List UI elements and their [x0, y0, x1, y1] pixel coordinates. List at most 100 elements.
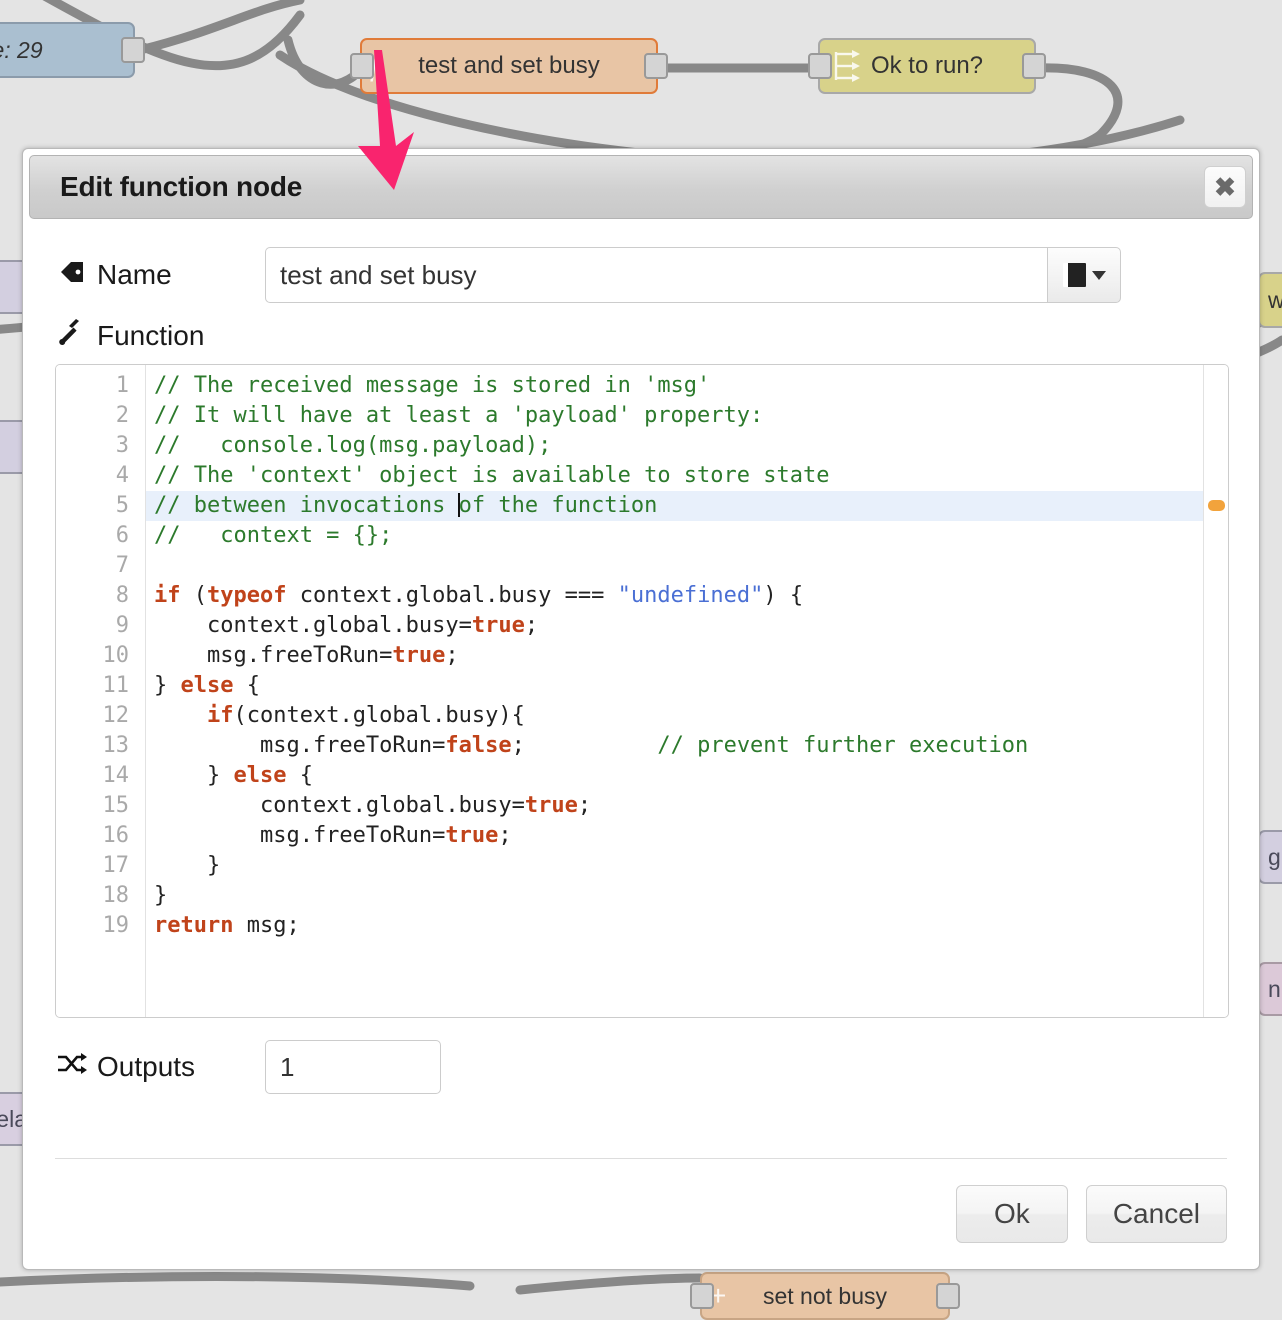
line-number: 13: [102, 733, 130, 758]
code-token: ) {: [763, 583, 804, 608]
code-line[interactable]: msg.freeToRun=true;: [154, 641, 1203, 671]
flow-node-label: test and set busy: [418, 52, 600, 79]
flow-node-instance[interactable]: tance: 29: [0, 22, 145, 78]
code-token: }: [154, 853, 221, 878]
annotation-marker[interactable]: [1208, 500, 1225, 511]
code-token: // console.log(msg.payload);: [154, 433, 552, 458]
name-row: Name: [55, 247, 1227, 303]
code-line[interactable]: [154, 551, 1203, 581]
output-port[interactable]: [1022, 53, 1046, 79]
shuffle-icon: [55, 1052, 89, 1082]
function-label-text: Function: [97, 319, 205, 351]
outputs-stepper[interactable]: [265, 1040, 441, 1094]
flow-node-set-not-busy[interactable]: + set not busy: [690, 1272, 960, 1320]
code-line[interactable]: context.global.busy=true;: [154, 611, 1203, 641]
flow-node-right-2[interactable]: g: [1258, 830, 1282, 884]
code-line[interactable]: // It will have at least a 'payload' pro…: [154, 401, 1203, 431]
code-token: msg.freeToRun=: [154, 823, 446, 848]
ok-button[interactable]: Ok: [955, 1185, 1068, 1243]
wrench-icon: [55, 319, 89, 352]
code-token: msg.freeToRun=: [154, 643, 393, 668]
code-token: context.global.busy=: [154, 613, 472, 638]
name-type-button[interactable]: [1047, 247, 1121, 303]
code-line[interactable]: // The received message is stored in 'ms…: [154, 371, 1203, 401]
code-line[interactable]: msg.freeToRun=false; // prevent further …: [154, 731, 1203, 761]
code-token: else: [233, 763, 287, 788]
name-label: Name: [55, 259, 265, 291]
line-number: 2: [115, 403, 129, 428]
flow-node-label: g: [1268, 843, 1281, 870]
close-icon[interactable]: ✖: [1204, 166, 1246, 208]
flow-node-right-3[interactable]: n: [1258, 962, 1282, 1016]
line-number: 6: [115, 523, 129, 548]
code-token: ;: [445, 643, 459, 668]
line-number: 12: [102, 703, 130, 728]
function-code-editor[interactable]: 1 2 3 4 5 6 7 8 9 10 11 12 13 14 15 16 17 18 19 // The rec…: [55, 364, 1229, 1018]
code-token: ;: [524, 613, 539, 638]
code-line[interactable]: }: [154, 851, 1203, 881]
code-line[interactable]: } else {: [154, 671, 1203, 701]
code-token: }: [154, 883, 168, 908]
code-token: typeof: [207, 583, 287, 608]
code-token: context.global.busy=: [154, 793, 525, 818]
dialog-title: Edit function node: [60, 171, 303, 202]
code-line[interactable]: } else {: [154, 761, 1203, 791]
flow-node-label: w: [1260, 287, 1282, 314]
output-port[interactable]: [936, 1283, 960, 1309]
code-line[interactable]: // context = {};: [154, 521, 1203, 551]
code-line[interactable]: msg.freeToRun=true;: [154, 821, 1203, 851]
input-port[interactable]: [690, 1283, 714, 1309]
code-line[interactable]: // console.log(msg.payload);: [154, 431, 1203, 461]
line-number: 14: [102, 763, 130, 788]
switch-icon: [834, 50, 860, 82]
outputs-input[interactable]: [266, 1041, 440, 1093]
tag-icon: [55, 260, 89, 291]
flow-node-right-1[interactable]: w: [1258, 272, 1282, 328]
code-line[interactable]: if(context.global.busy){: [154, 701, 1203, 731]
line-number: 17: [102, 853, 130, 878]
code-token: ;: [511, 733, 658, 758]
code-line[interactable]: context.global.busy=true;: [154, 791, 1203, 821]
code-token: "undefined": [617, 583, 764, 608]
code-token: true: [524, 793, 578, 818]
code-token: context.global.busy ===: [286, 583, 618, 608]
chevron-down-icon: [1091, 270, 1106, 280]
code-line[interactable]: return msg;: [154, 911, 1203, 941]
code-line[interactable]: }: [154, 881, 1203, 911]
code-token: true: [471, 613, 525, 638]
input-port[interactable]: [350, 53, 374, 79]
output-port[interactable]: [121, 37, 145, 63]
code-token: // It will have at least a 'payload' pro…: [154, 403, 764, 428]
dialog-titlebar: Edit function node ✖: [29, 155, 1253, 219]
line-number: 10: [102, 643, 130, 668]
line-number: 11: [102, 673, 130, 698]
code-token: // The received message is stored in 'ms…: [154, 373, 711, 398]
book-icon: [1062, 263, 1086, 287]
line-number: 15: [102, 793, 130, 818]
line-number: 5: [115, 493, 129, 518]
code-line[interactable]: // between invocations of the function: [146, 491, 1203, 521]
code-token: false: [445, 733, 512, 758]
code-token: if: [154, 583, 181, 608]
line-number: 3: [115, 433, 129, 458]
name-input-wrap: [265, 247, 1121, 303]
code-line[interactable]: // The 'context' object is available to …: [154, 461, 1203, 491]
editor-annotation-ruler[interactable]: [1203, 365, 1228, 1017]
code-token: ;: [577, 793, 592, 818]
flow-node-ok-to-run[interactable]: Ok to run?: [808, 38, 1046, 94]
code-token: {: [286, 763, 313, 788]
dialog-footer: Ok Cancel: [55, 1158, 1227, 1269]
line-number: 18: [102, 883, 130, 908]
name-label-text: Name: [97, 259, 172, 290]
code-token: (: [180, 583, 207, 608]
editor-code-area[interactable]: // The received message is stored in 'ms…: [146, 365, 1203, 1017]
code-token: // prevent further execution: [657, 733, 1029, 758]
name-input[interactable]: [265, 247, 1047, 303]
flow-node-test-and-set-busy[interactable]: f test and set busy: [350, 38, 668, 94]
output-port[interactable]: [644, 53, 668, 79]
code-line[interactable]: if (typeof context.global.busy === "unde…: [154, 581, 1203, 611]
code-token: // context = {};: [154, 523, 393, 548]
code-token: }: [154, 673, 181, 698]
input-port[interactable]: [808, 53, 832, 79]
cancel-button[interactable]: Cancel: [1085, 1185, 1227, 1243]
